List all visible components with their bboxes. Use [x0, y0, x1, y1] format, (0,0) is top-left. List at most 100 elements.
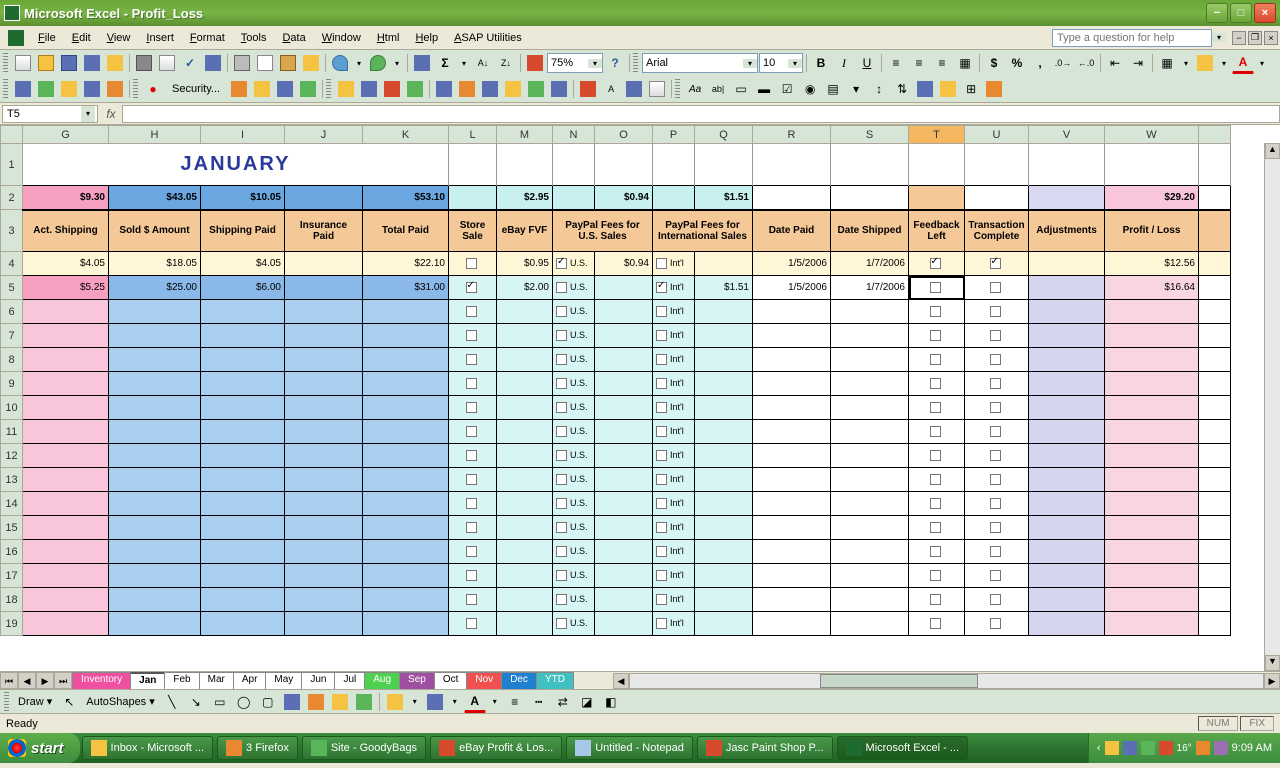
cell-G13[interactable] [23, 468, 109, 492]
cell-G18[interactable] [23, 588, 109, 612]
tb3-btn5[interactable] [433, 78, 455, 100]
cell-Q5[interactable]: $1.51 [695, 276, 753, 300]
cell-R14[interactable] [753, 492, 831, 516]
cell-T14[interactable] [909, 492, 965, 516]
menu-file[interactable]: File [30, 29, 64, 47]
cell-S15[interactable] [831, 516, 909, 540]
cell-Q11[interactable] [695, 420, 753, 444]
header-cell-R[interactable]: Date Paid [753, 210, 831, 252]
cell-H8[interactable] [109, 348, 201, 372]
cell-G9[interactable] [23, 372, 109, 396]
cell-P18[interactable]: Int'l [653, 588, 695, 612]
total-cell-S[interactable] [831, 186, 909, 210]
forms-run-button[interactable] [983, 78, 1005, 100]
total-cell-U[interactable] [965, 186, 1029, 210]
cell-J19[interactable] [285, 612, 363, 636]
cell-4[interactable] [1199, 252, 1231, 276]
cell-K15[interactable] [363, 516, 449, 540]
cell-Q19[interactable] [695, 612, 753, 636]
cell-N9[interactable]: U.S. [553, 372, 595, 396]
cell-P9[interactable]: Int'l [653, 372, 695, 396]
doc-minimize-button[interactable]: − [1232, 31, 1246, 45]
toolbar-grip[interactable] [3, 53, 8, 73]
cell-J16[interactable] [285, 540, 363, 564]
cell-O17[interactable] [595, 564, 653, 588]
cell-M12[interactable] [497, 444, 553, 468]
total-cell-G[interactable]: $9.30 [23, 186, 109, 210]
cell-L6[interactable] [449, 300, 497, 324]
cell-O8[interactable] [595, 348, 653, 372]
cell-V14[interactable] [1029, 492, 1105, 516]
spelling-button[interactable]: ✓ [179, 52, 201, 74]
total-cell-Q[interactable]: $1.51 [695, 186, 753, 210]
cell-U8[interactable] [965, 348, 1029, 372]
cell-M13[interactable] [497, 468, 553, 492]
column-header-P[interactable]: P [653, 126, 695, 144]
menu-edit[interactable]: Edit [64, 29, 99, 47]
cell-U7[interactable] [965, 324, 1029, 348]
sheet-tab-aug[interactable]: Aug [364, 672, 400, 689]
forms-spinner-button[interactable]: ⇅ [891, 78, 913, 100]
cell-V15[interactable] [1029, 516, 1105, 540]
scroll-right-arrow[interactable]: ▶ [1264, 673, 1280, 689]
column-header-U[interactable]: U [965, 126, 1029, 144]
cell-I13[interactable] [201, 468, 285, 492]
cell-P12[interactable]: Int'l [653, 444, 695, 468]
cell-P5[interactable]: Int'l [653, 276, 695, 300]
cell-W11[interactable] [1105, 420, 1199, 444]
diagram-button[interactable] [305, 691, 327, 713]
cell-Q10[interactable] [695, 396, 753, 420]
cell-Q7[interactable] [695, 324, 753, 348]
cell-I11[interactable] [201, 420, 285, 444]
cell-M7[interactable] [497, 324, 553, 348]
header-cell-V[interactable]: Adjustments [1029, 210, 1105, 252]
cell-S18[interactable] [831, 588, 909, 612]
cell-N14[interactable]: U.S. [553, 492, 595, 516]
cell-R4[interactable]: 1/5/2006 [753, 252, 831, 276]
menu-format[interactable]: Format [182, 29, 233, 47]
tray-expand-icon[interactable]: ‹ [1097, 742, 1101, 754]
sheet-tab-nov[interactable]: Nov [466, 672, 502, 689]
menu-html[interactable]: Html [369, 29, 408, 47]
menu-asap-utilities[interactable]: ASAP Utilities [446, 29, 530, 47]
paste-button[interactable] [277, 52, 299, 74]
cell-J13[interactable] [285, 468, 363, 492]
column-header-L[interactable]: L [449, 126, 497, 144]
minimize-button[interactable]: − [1206, 3, 1228, 23]
cell-G6[interactable] [23, 300, 109, 324]
header-cell-L[interactable]: Store Sale [449, 210, 497, 252]
cell-K13[interactable] [363, 468, 449, 492]
cell-T10[interactable] [909, 396, 965, 420]
autosum-dropdown[interactable]: ▾ [457, 59, 471, 68]
cell-R15[interactable] [753, 516, 831, 540]
tb2-btn4[interactable] [81, 78, 103, 100]
oval-button[interactable]: ◯ [233, 691, 255, 713]
cell-W14[interactable] [1105, 492, 1199, 516]
cell-N8[interactable]: U.S. [553, 348, 595, 372]
borders-dropdown[interactable]: ▾ [1179, 59, 1193, 68]
cell-S5[interactable]: 1/7/2006 [831, 276, 909, 300]
sheet-nav-next[interactable]: ▶ [36, 672, 54, 689]
cell-H10[interactable] [109, 396, 201, 420]
cell-T15[interactable] [909, 516, 965, 540]
cell-N4[interactable]: U.S. [553, 252, 595, 276]
tb2-btn7[interactable] [251, 78, 273, 100]
column-header-G[interactable]: G [23, 126, 109, 144]
cell-G5[interactable]: $5.25 [23, 276, 109, 300]
tb2-btn1[interactable] [12, 78, 34, 100]
cell-S16[interactable] [831, 540, 909, 564]
draw-menu[interactable]: Draw ▾ [14, 695, 56, 708]
cell-P8[interactable]: Int'l [653, 348, 695, 372]
cell-W18[interactable] [1105, 588, 1199, 612]
sheet-tab-jan[interactable]: Jan [130, 672, 165, 689]
total-cell-M[interactable]: $2.95 [497, 186, 553, 210]
total-cell-O[interactable]: $0.94 [595, 186, 653, 210]
cell-I6[interactable] [201, 300, 285, 324]
cell-M5[interactable]: $2.00 [497, 276, 553, 300]
tray-icon[interactable] [1159, 741, 1173, 755]
cell-L7[interactable] [449, 324, 497, 348]
menu-window[interactable]: Window [314, 29, 369, 47]
cell-M11[interactable] [497, 420, 553, 444]
cell-Q13[interactable] [695, 468, 753, 492]
cell-W17[interactable] [1105, 564, 1199, 588]
